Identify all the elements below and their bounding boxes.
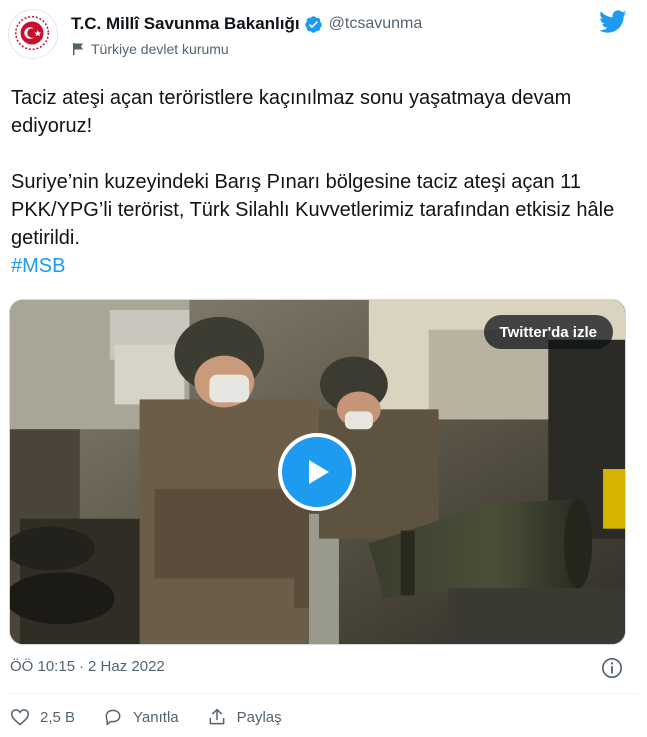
- info-icon[interactable]: [601, 657, 623, 679]
- meta-separator: ·: [79, 658, 85, 675]
- tweet-time: ÖÖ 10:15: [10, 658, 76, 675]
- tweet-paragraph: Suriye’nin kuzeyindeki Barış Pınarı bölg…: [11, 171, 615, 249]
- reply-button[interactable]: Yanıtla: [103, 707, 179, 727]
- tweet-text: Taciz ateşi açan teröristlere kaçınılmaz…: [11, 84, 631, 280]
- avatar[interactable]: [8, 9, 58, 59]
- author-display-name[interactable]: T.C. Millî Savunma Bakanlığı: [71, 14, 300, 34]
- ministry-seal-icon: [10, 11, 54, 55]
- like-button[interactable]: 2,5 B: [10, 707, 75, 727]
- author-handle[interactable]: @tcsavunma: [329, 15, 423, 33]
- divider: [8, 693, 639, 694]
- video-player[interactable]: Twitter'da izle: [9, 299, 626, 645]
- flag-icon: [72, 42, 84, 56]
- heart-icon: [10, 709, 30, 726]
- play-button[interactable]: [278, 433, 356, 511]
- watch-on-twitter-button[interactable]: Twitter'da izle: [483, 315, 613, 349]
- reply-label: Yanıtla: [133, 708, 179, 726]
- tweet-date: 2 Haz 2022: [88, 658, 165, 675]
- tweet-paragraph: Taciz ateşi açan teröristlere kaçınılmaz…: [11, 87, 572, 137]
- author-row: T.C. Millî Savunma Bakanlığı @tcsavunma: [71, 13, 422, 35]
- hashtag-link[interactable]: #MSB: [11, 255, 65, 277]
- share-label: Paylaş: [236, 708, 282, 726]
- tweet-actions: 2,5 B Yanıtla Paylaş: [10, 707, 310, 727]
- reply-icon: [105, 709, 121, 726]
- account-label-text: Türkiye devlet kurumu: [91, 41, 229, 57]
- twitter-bird-icon[interactable]: [599, 10, 627, 34]
- account-label: Türkiye devlet kurumu: [72, 41, 229, 57]
- play-icon: [309, 460, 329, 484]
- verified-badge-icon: [304, 15, 323, 34]
- tweet-timestamp[interactable]: ÖÖ 10:15 · 2 Haz 2022: [10, 658, 165, 675]
- like-count: 2,5 B: [40, 708, 76, 726]
- tweet-card: T.C. Millî Savunma Bakanlığı @tcsavunma …: [0, 0, 647, 737]
- share-icon: [209, 708, 225, 725]
- share-button[interactable]: Paylaş: [207, 707, 282, 727]
